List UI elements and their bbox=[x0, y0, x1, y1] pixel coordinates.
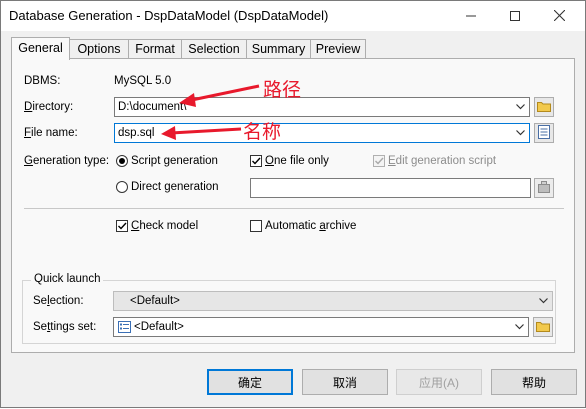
path-annotation: 路径 bbox=[263, 79, 302, 101]
apply-button: 应用(A) bbox=[396, 369, 482, 395]
name-annotation: 名称 bbox=[243, 121, 282, 143]
help-button[interactable]: 帮助 bbox=[491, 369, 577, 395]
ok-button[interactable]: 确定 bbox=[207, 369, 293, 395]
path-arrow bbox=[179, 84, 260, 107]
tab-general[interactable]: General bbox=[11, 37, 70, 60]
annotation-arrows bbox=[161, 84, 260, 140]
name-arrow bbox=[161, 126, 242, 140]
dialog-window: Database Generation - DspDataModel (DspD… bbox=[0, 0, 586, 408]
cancel-button[interactable]: 取消 bbox=[302, 369, 388, 395]
